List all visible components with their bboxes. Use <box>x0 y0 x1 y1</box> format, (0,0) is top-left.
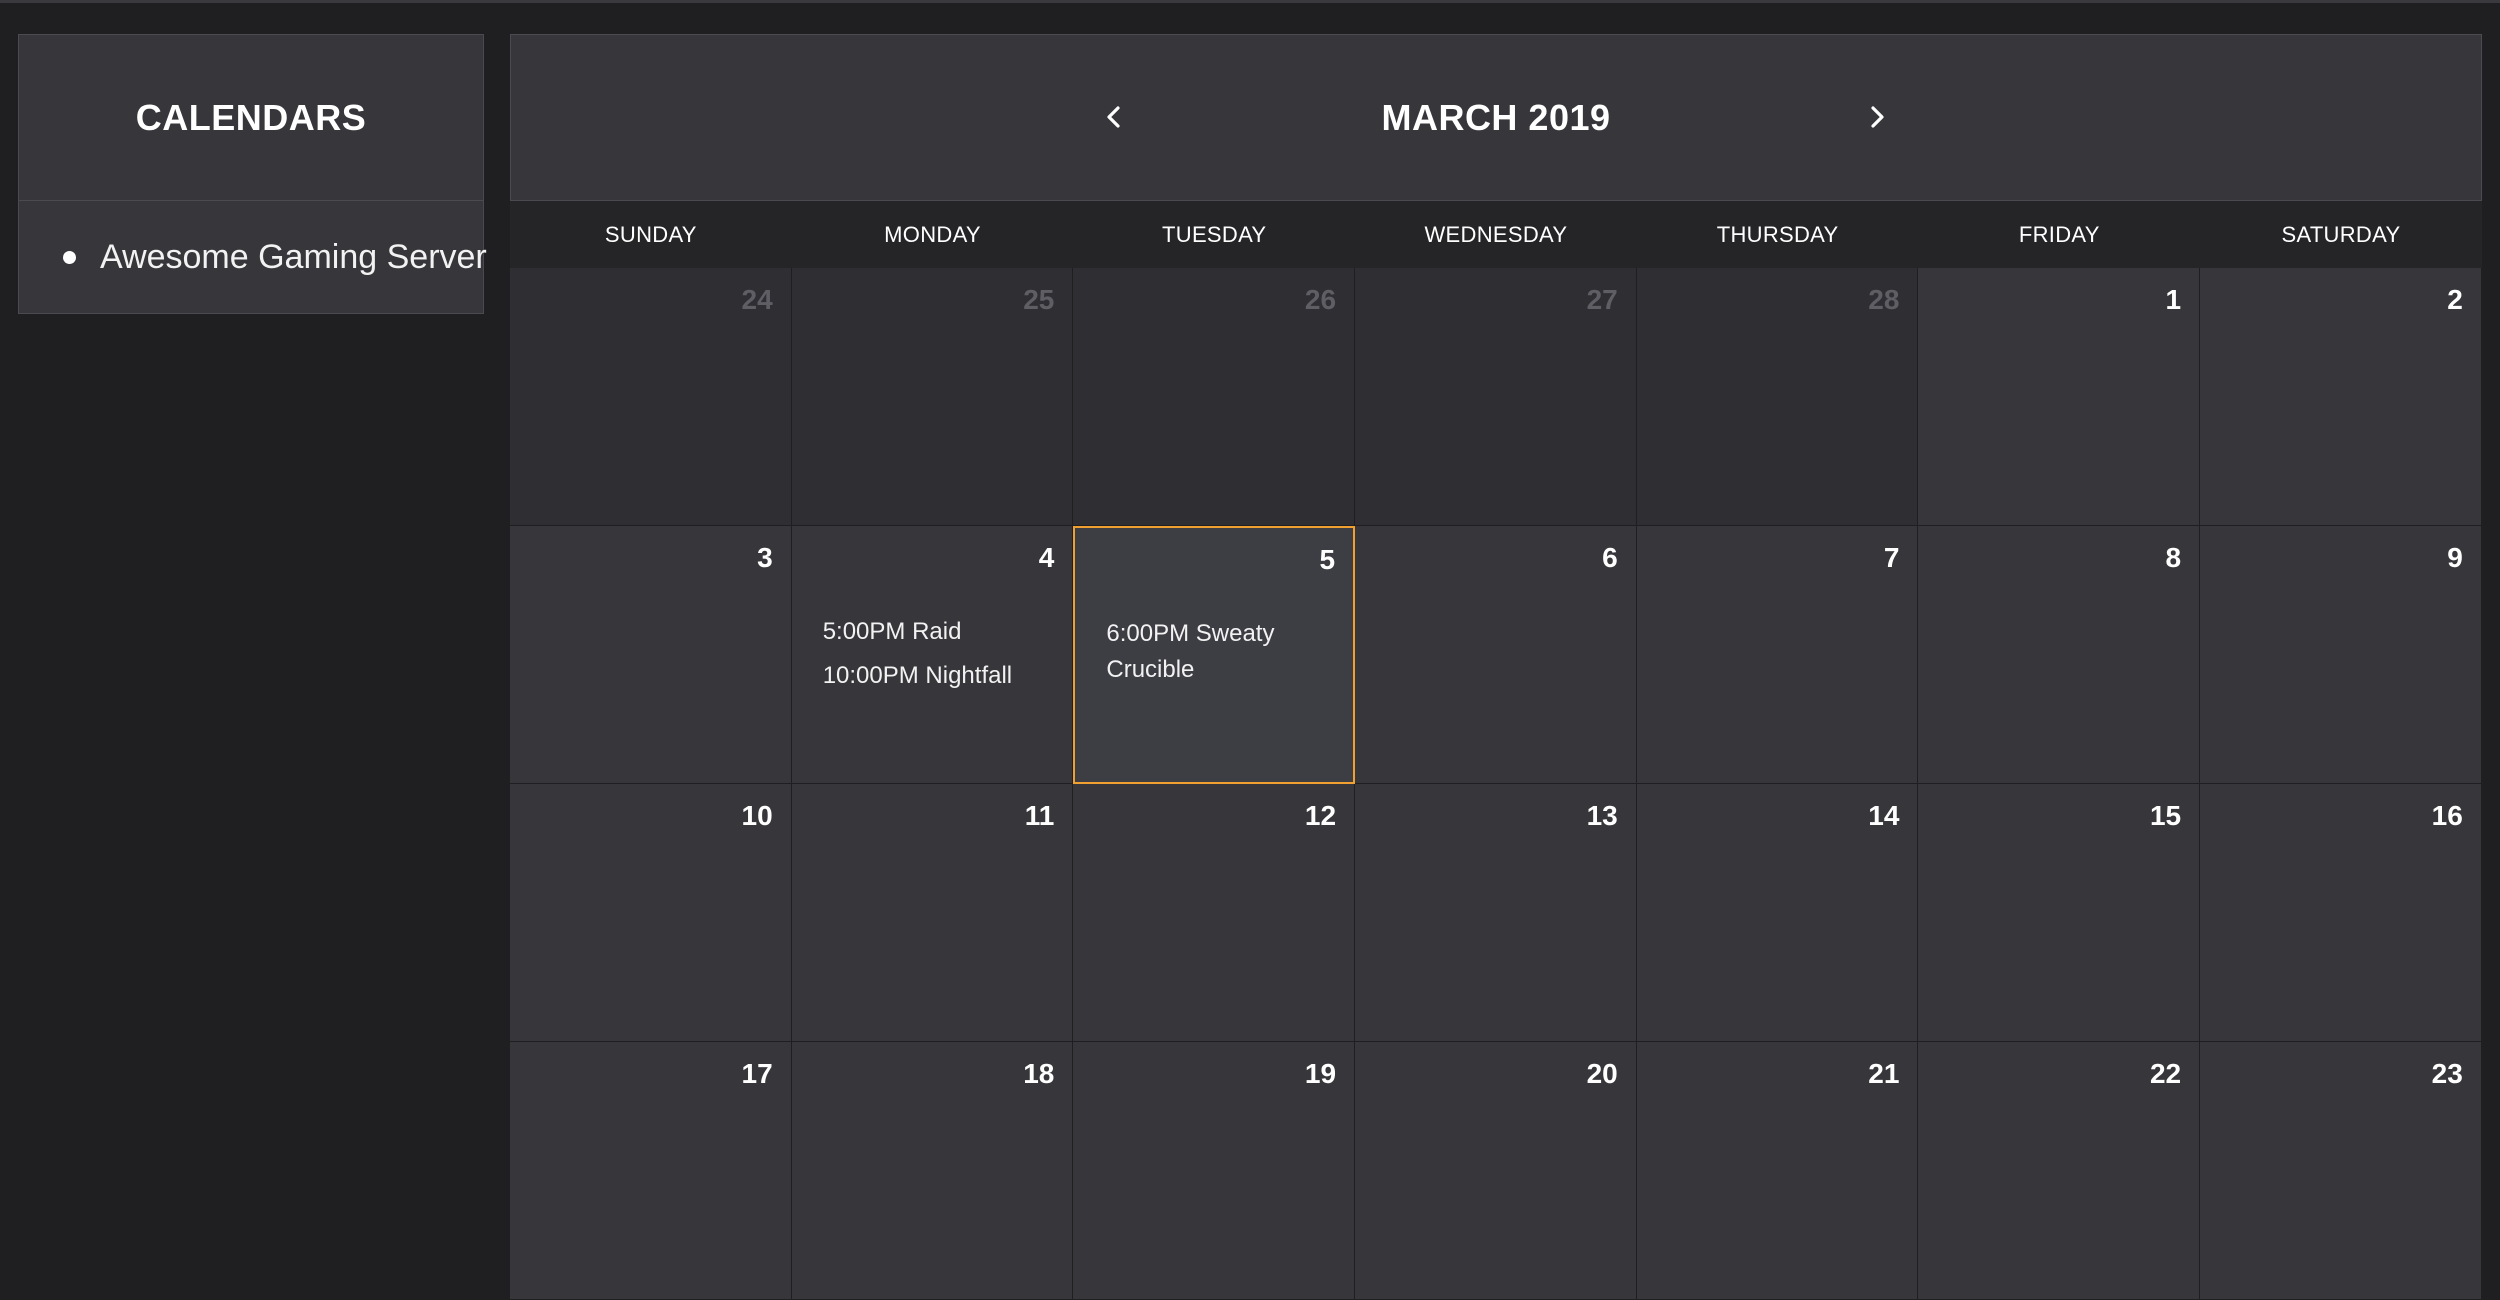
day-number: 14 <box>1868 800 1900 831</box>
day-cell[interactable]: 12 <box>1073 784 1356 1042</box>
sidebar-title: CALENDARS <box>135 96 367 138</box>
calendar-event[interactable]: 10:00PM Nightfall <box>823 658 1053 694</box>
day-number: 3 <box>757 542 773 573</box>
day-grid: 24 25 26 27 28 1 2 3 4 5:00PM Raid 10:00PM Nightfa… <box>510 268 2482 1300</box>
day-cell[interactable]: 3 <box>510 526 792 784</box>
weekday-monday: MONDAY <box>884 221 981 247</box>
day-cell[interactable]: 9 <box>2200 526 2482 784</box>
day-number: 15 <box>2149 800 2182 831</box>
weekday-wednesday: WEDNESDAY <box>1424 221 1568 247</box>
day-cell[interactable]: 23 <box>2200 1042 2482 1300</box>
day-cell[interactable]: 15 <box>1918 784 2201 1042</box>
day-cell[interactable]: 4 5:00PM Raid 10:00PM Nightfall <box>791 526 1074 784</box>
day-number: 23 <box>2431 1058 2463 1089</box>
day-number: 27 <box>1586 284 1618 315</box>
bullet-icon <box>63 250 76 264</box>
day-number: 4 <box>1038 542 1055 573</box>
day-cell[interactable]: 26 <box>1073 268 1356 526</box>
calendar-header: MARCH 2019 <box>510 34 2482 201</box>
chevron-right-icon <box>1871 106 1884 128</box>
day-number: 12 <box>1304 800 1337 831</box>
day-number: 7 <box>1883 542 1900 573</box>
weekday-saturday: SATURDAY <box>2281 221 2401 247</box>
calendars-sidebar: CALENDARS Awesome Gaming Server <box>18 34 487 314</box>
day-cell[interactable]: 2 <box>2200 268 2482 526</box>
day-cell[interactable]: 22 <box>1918 1042 2201 1300</box>
day-number: 13 <box>1586 800 1618 831</box>
calendar: MARCH 2019 SUNDAY MONDAY TUESDAY WEDNESD… <box>510 34 2482 1300</box>
weekday-sunday: SUNDAY <box>604 221 697 247</box>
day-cell[interactable]: 6 <box>1355 526 1637 784</box>
day-cell[interactable]: 18 <box>791 1042 1074 1300</box>
day-number: 1 <box>2165 284 2182 315</box>
day-number: 6 <box>1602 542 1618 573</box>
month-title: MARCH 2019 <box>1381 96 1611 138</box>
day-cell[interactable]: 24 <box>510 268 792 526</box>
day-cell[interactable]: 7 <box>1636 526 1919 784</box>
day-number: 11 <box>1024 800 1055 831</box>
day-number: 19 <box>1304 1058 1337 1089</box>
weekday-friday: FRIDAY <box>2018 221 2100 247</box>
day-number: 8 <box>2165 542 2182 573</box>
day-cell[interactable]: 1 <box>1918 268 2201 526</box>
day-number: 26 <box>1304 284 1337 315</box>
day-cell[interactable]: 25 <box>791 268 1074 526</box>
day-number: 5 <box>1319 544 1336 575</box>
calendar-event[interactable]: 6:00PM Sweaty Crucible <box>1106 616 1333 688</box>
event-list: 6:00PM Sweaty Crucible <box>1106 616 1333 696</box>
day-cell[interactable]: 10 <box>510 784 792 1042</box>
day-cell[interactable]: 17 <box>510 1042 792 1300</box>
day-cell[interactable]: 27 <box>1355 268 1637 526</box>
day-cell[interactable]: 11 <box>791 784 1074 1042</box>
day-cell[interactable]: 5 6:00PM Sweaty Crucible <box>1073 526 1356 784</box>
day-number: 16 <box>2431 800 2463 831</box>
day-number: 9 <box>2447 542 2463 573</box>
weekday-tuesday: TUESDAY <box>1162 221 1267 247</box>
calendar-list: Awesome Gaming Server <box>19 201 487 313</box>
day-cell[interactable]: 28 <box>1636 268 1919 526</box>
day-number: 20 <box>1586 1058 1618 1089</box>
day-cell[interactable]: 20 <box>1355 1042 1637 1300</box>
top-border <box>0 0 2500 3</box>
sidebar-item-label: Awesome Gaming Server <box>100 237 487 276</box>
day-cell[interactable]: 8 <box>1918 526 2201 784</box>
day-number: 21 <box>1868 1058 1900 1089</box>
weekday-thursday: THURSDAY <box>1716 221 1839 247</box>
day-cell[interactable]: 14 <box>1636 784 1919 1042</box>
day-number: 10 <box>741 800 773 831</box>
day-number: 2 <box>2447 284 2463 315</box>
weekday-header-row: SUNDAY MONDAY TUESDAY WEDNESDAY THURSDAY… <box>510 201 2482 268</box>
day-number: 24 <box>741 284 773 315</box>
day-cell[interactable]: 19 <box>1073 1042 1356 1300</box>
day-number: 18 <box>1023 1058 1055 1089</box>
calendar-event[interactable]: 5:00PM Raid <box>823 614 1053 650</box>
day-number: 17 <box>741 1058 773 1089</box>
next-month-button[interactable] <box>1847 87 1907 147</box>
day-number: 25 <box>1023 284 1055 315</box>
day-cell[interactable]: 21 <box>1636 1042 1919 1300</box>
day-number: 28 <box>1868 284 1900 315</box>
day-cell[interactable]: 13 <box>1355 784 1637 1042</box>
day-cell[interactable]: 16 <box>2200 784 2482 1042</box>
event-list: 5:00PM Raid 10:00PM Nightfall <box>823 614 1053 702</box>
sidebar-item-awesome-gaming-server[interactable]: Awesome Gaming Server <box>19 201 487 313</box>
sidebar-header: CALENDARS <box>19 35 483 201</box>
day-number: 22 <box>2149 1058 2182 1089</box>
